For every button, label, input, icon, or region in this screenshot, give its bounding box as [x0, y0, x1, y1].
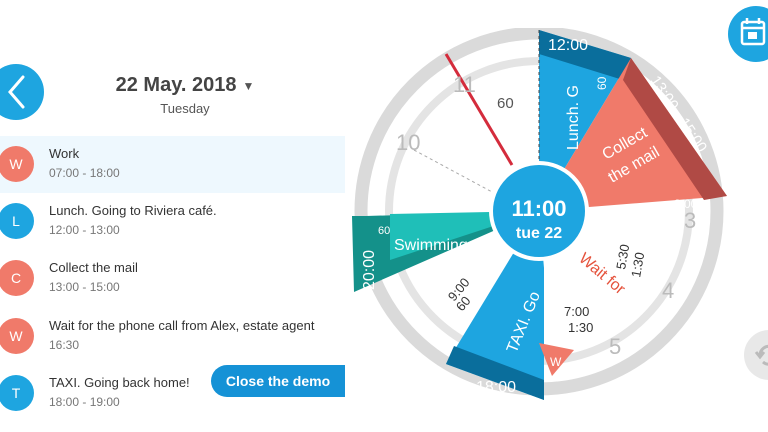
swimming-label: Swimming — [394, 237, 468, 254]
event-time: 18:00 - 19:00 — [49, 395, 120, 409]
hour-label: 5 — [609, 334, 621, 359]
taxi-start-label: 18:00 — [476, 379, 516, 396]
event-title: Wait for the phone call from Alex, estat… — [49, 318, 315, 333]
weekday-label: Tuesday — [160, 101, 210, 116]
caret-down-icon: ▼ — [242, 78, 255, 93]
event-item-collect-mail[interactable]: C Collect the mail 13:00 - 15:00 — [0, 250, 345, 307]
event-title: Lunch. Going to Riviera café. — [49, 203, 217, 218]
collect-end-label: 2:00 — [674, 197, 698, 211]
hour-label: 4 — [662, 278, 674, 303]
close-demo-button[interactable]: Close the demo — [211, 365, 345, 397]
event-time: 12:00 - 13:00 — [49, 223, 120, 237]
event-time: 16:30 — [49, 338, 80, 352]
back-button[interactable] — [0, 64, 44, 120]
swimming-duration: 60 — [378, 225, 390, 237]
center-time: 11:00 — [511, 196, 566, 221]
event-title: TAXI. Going back home! — [49, 375, 190, 390]
event-item-work[interactable]: W Work 07:00 - 18:00 — [0, 136, 345, 193]
event-time: 07:00 - 18:00 — [49, 166, 120, 180]
event-item-wait-call[interactable]: W Wait for the phone call from Alex, est… — [0, 308, 345, 365]
event-avatar: L — [0, 203, 34, 239]
wait-time: 7:00 — [564, 304, 589, 319]
swimming-start-label: 20:00 — [361, 250, 378, 290]
event-title: Collect the mail — [49, 260, 138, 275]
event-time: 13:00 - 15:00 — [49, 280, 120, 294]
chevron-left-icon — [8, 75, 25, 109]
lunch-duration: 60 — [595, 76, 609, 90]
wait-time: 1:30 — [568, 320, 593, 335]
center-day: tue 22 — [516, 225, 562, 242]
event-avatar: W — [0, 318, 34, 354]
event-avatar: C — [0, 260, 34, 296]
event-item-lunch[interactable]: L Lunch. Going to Riviera café. 12:00 - … — [0, 193, 345, 250]
agenda-pane: 22 May. 2018 ▼ Tuesday W Work 07:00 - 18… — [0, 0, 345, 432]
event-avatar: W — [0, 146, 34, 182]
hour-label: 3 — [684, 208, 696, 233]
refresh-button[interactable] — [744, 330, 768, 380]
event-title: Work — [49, 146, 80, 161]
refresh-icon — [754, 344, 768, 366]
date-picker[interactable]: 22 May. 2018 ▼ Tuesday — [95, 74, 275, 116]
calendar-icon — [740, 18, 766, 46]
calendar-button[interactable] — [728, 6, 768, 62]
hour-label: 10 — [396, 130, 420, 155]
lunch-start-label: 12:00 — [548, 37, 588, 54]
clock-dial[interactable]: W 11 10 3 4 5 60 12:00 Lunch. G 60 Colle… — [344, 28, 734, 408]
lunch-label: Lunch. G — [565, 85, 582, 150]
minute-label: 60 — [497, 95, 514, 112]
date-label: 22 May. 2018 — [115, 74, 237, 96]
hour-label: 11 — [453, 72, 476, 97]
event-avatar: T — [0, 375, 34, 411]
wait-marker-label: W — [550, 355, 562, 369]
